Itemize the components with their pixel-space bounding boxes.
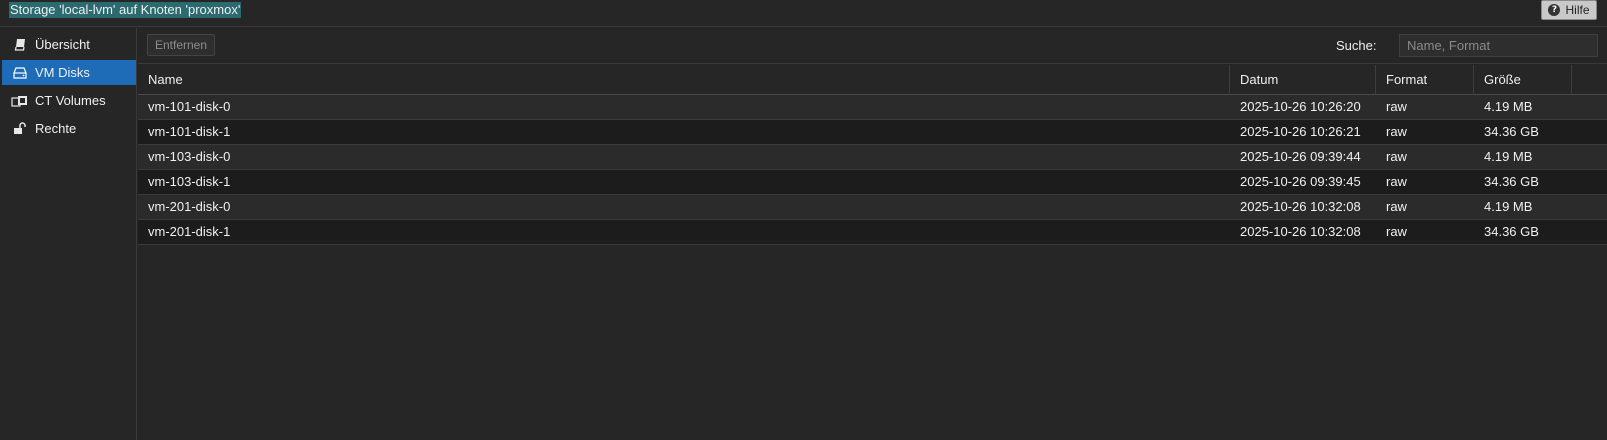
- cell-format: raw: [1386, 149, 1407, 164]
- column-header-date[interactable]: Datum: [1230, 65, 1376, 95]
- cell-name: vm-101-disk-0: [148, 99, 231, 114]
- help-button-label: Hilfe: [1565, 3, 1590, 17]
- column-header-size[interactable]: Größe: [1474, 65, 1572, 95]
- remove-button[interactable]: Entfernen: [147, 34, 215, 56]
- cell-date: 2025-10-26 09:39:44: [1240, 149, 1361, 164]
- table-row[interactable]: vm-101-disk-1 2025-10-26 10:26:21 raw 34…: [138, 120, 1607, 145]
- cell-name: vm-201-disk-1: [148, 224, 231, 239]
- table-row[interactable]: vm-201-disk-0 2025-10-26 10:32:08 raw 4.…: [138, 195, 1607, 220]
- sidebar-item-overview[interactable]: Übersicht: [2, 32, 136, 57]
- sidebar-item-label: VM Disks: [35, 65, 90, 80]
- question-circle-icon: ?: [1548, 4, 1561, 16]
- sidebar-item-vm-disks[interactable]: VM Disks: [2, 60, 136, 85]
- cell-format: raw: [1386, 124, 1407, 139]
- cell-format: raw: [1386, 224, 1407, 239]
- cell-date: 2025-10-26 10:32:08: [1240, 224, 1361, 239]
- vm-disks-grid: Name Datum Format Größe vm-101-disk-0 20…: [138, 65, 1607, 440]
- cell-name: vm-103-disk-1: [148, 174, 231, 189]
- grid-header: Name Datum Format Größe: [138, 65, 1607, 95]
- cell-size: 34.36 GB: [1484, 224, 1539, 239]
- toolbar: Entfernen Suche:: [138, 28, 1607, 64]
- column-header-name[interactable]: Name: [138, 65, 1230, 95]
- search-label: Suche:: [1336, 38, 1377, 53]
- sidebar: Übersicht VM Disks CT Volumes Rechte: [0, 28, 137, 440]
- sidebar-item-ct-volumes[interactable]: CT Volumes: [2, 88, 136, 113]
- cell-date: 2025-10-26 09:39:45: [1240, 174, 1361, 189]
- cell-date: 2025-10-26 10:32:08: [1240, 199, 1361, 214]
- table-row[interactable]: vm-101-disk-0 2025-10-26 10:26:20 raw 4.…: [138, 95, 1607, 120]
- cell-date: 2025-10-26 10:26:21: [1240, 124, 1361, 139]
- search-input[interactable]: [1399, 34, 1598, 57]
- table-row[interactable]: vm-201-disk-1 2025-10-26 10:32:08 raw 34…: [138, 220, 1607, 245]
- sidebar-item-label: CT Volumes: [35, 93, 106, 108]
- cell-name: vm-201-disk-0: [148, 199, 231, 214]
- cell-name: vm-103-disk-0: [148, 149, 231, 164]
- cell-size: 4.19 MB: [1484, 149, 1533, 164]
- table-row[interactable]: vm-103-disk-1 2025-10-26 09:39:45 raw 34…: [138, 170, 1607, 195]
- unlock-icon: [11, 122, 29, 135]
- cell-size: 34.36 GB: [1484, 174, 1539, 189]
- sidebar-item-label: Übersicht: [35, 37, 90, 52]
- sidebar-item-permissions[interactable]: Rechte: [2, 116, 136, 141]
- column-header-format[interactable]: Format: [1376, 65, 1474, 95]
- cell-format: raw: [1386, 199, 1407, 214]
- cell-size: 4.19 MB: [1484, 99, 1533, 114]
- help-button[interactable]: ? Hilfe: [1541, 0, 1597, 20]
- cell-size: 34.36 GB: [1484, 124, 1539, 139]
- cell-name: vm-101-disk-1: [148, 124, 231, 139]
- cubes-icon: [11, 94, 29, 107]
- panel-header: Storage 'local-lvm' auf Knoten 'proxmox'…: [0, 0, 1607, 27]
- cell-date: 2025-10-26 10:26:20: [1240, 99, 1361, 114]
- table-row[interactable]: vm-103-disk-0 2025-10-26 09:39:44 raw 4.…: [138, 145, 1607, 170]
- cell-format: raw: [1386, 174, 1407, 189]
- cell-size: 4.19 MB: [1484, 199, 1533, 214]
- cell-format: raw: [1386, 99, 1407, 114]
- hdd-icon: [11, 66, 29, 79]
- panel-title: Storage 'local-lvm' auf Knoten 'proxmox': [9, 2, 242, 18]
- book-icon: [11, 38, 29, 51]
- sidebar-item-label: Rechte: [35, 121, 77, 136]
